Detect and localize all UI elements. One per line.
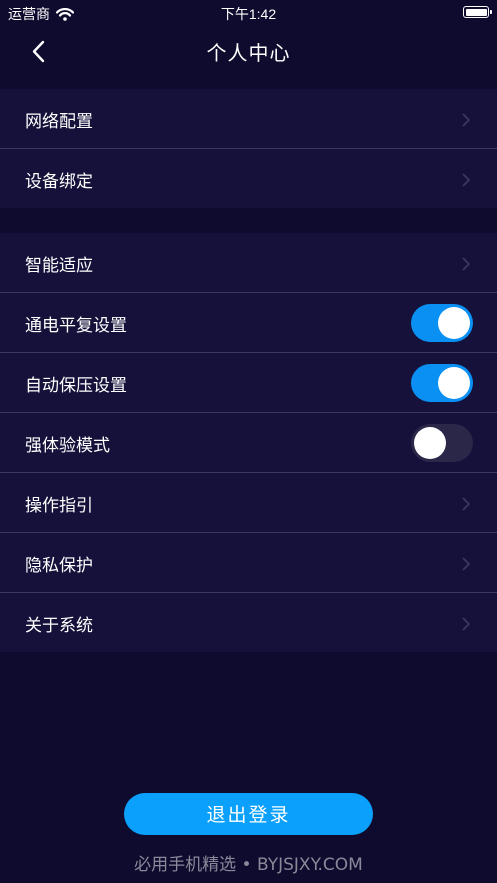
settings-row-label: 强体验模式 (25, 436, 110, 456)
settings-row[interactable]: 隐私保护 (0, 533, 497, 593)
settings-row-label: 通电平复设置 (25, 316, 127, 336)
logout-button[interactable]: 退出登录 (124, 793, 373, 835)
chevron-right-icon (462, 112, 471, 131)
toggle-knob (414, 427, 446, 459)
settings-row-label: 智能适应 (25, 256, 93, 276)
settings-row-label: 设备绑定 (25, 172, 93, 192)
settings-group-device: 智能适应通电平复设置 自动保压设置 强体验模式操作指引隐私保护关于系统 (0, 233, 497, 652)
chevron-right-icon (462, 172, 471, 191)
toggle-switch[interactable] (411, 304, 473, 342)
toggle-switch[interactable] (411, 424, 473, 462)
chevron-right-icon (462, 556, 471, 575)
page-title: 个人中心 (206, 41, 291, 65)
chevron-right-icon (462, 256, 471, 275)
settings-row[interactable]: 强体验模式 (0, 413, 497, 473)
settings-row-label: 操作指引 (25, 496, 93, 516)
settings-row-label: 自动保压设置 (25, 376, 127, 396)
toggle-knob (438, 367, 470, 399)
settings-group-network: 网络配置 设备绑定 (0, 89, 497, 208)
settings-row[interactable]: 网络配置 (0, 89, 497, 149)
status-bar: 运营商 下午1:42 (0, 0, 497, 26)
settings-row-label: 网络配置 (25, 112, 93, 132)
settings-row[interactable]: 自动保压设置 (0, 353, 497, 413)
settings-row[interactable]: 操作指引 (0, 473, 497, 533)
settings-row[interactable]: 关于系统 (0, 593, 497, 652)
settings-row-label: 隐私保护 (25, 556, 93, 576)
settings-row[interactable]: 通电平复设置 (0, 293, 497, 353)
settings-row[interactable]: 智能适应 (0, 233, 497, 293)
toggle-switch[interactable] (411, 364, 473, 402)
nav-bar: 个人中心 (0, 26, 497, 76)
status-time: 下午1:42 (220, 6, 277, 22)
chevron-right-icon (462, 496, 471, 515)
toggle-knob (438, 307, 470, 339)
chevron-right-icon (462, 616, 471, 635)
watermark-text: 必用手机精选 • BYJSJXY.COM (134, 855, 363, 875)
settings-row[interactable]: 设备绑定 (0, 149, 497, 208)
battery-icon (463, 6, 492, 18)
settings-row-label: 关于系统 (25, 616, 93, 636)
